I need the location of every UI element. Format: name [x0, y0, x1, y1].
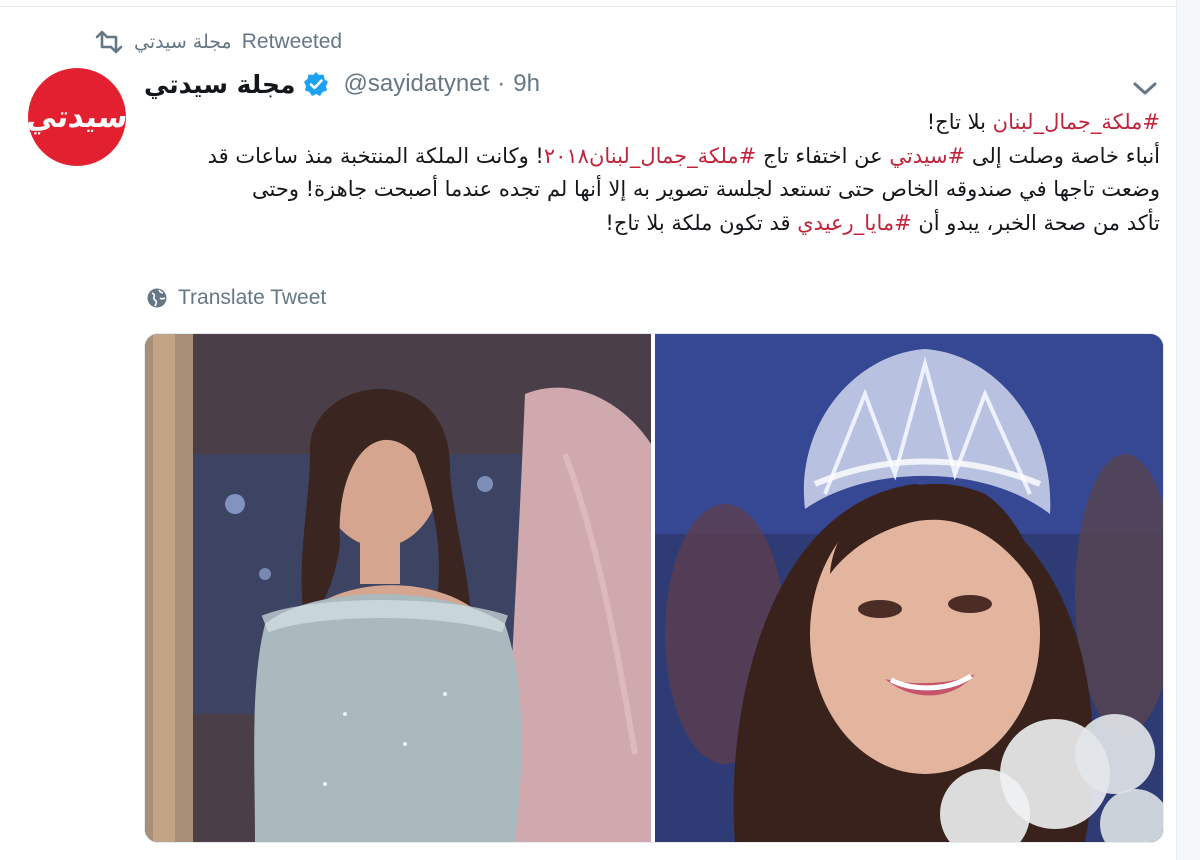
avatar[interactable]: سيدتي — [28, 68, 126, 166]
tweet-photo-right[interactable] — [655, 334, 1163, 842]
tweet-line-1: #ملكة_جمال_لبنان بلا تاج! — [140, 106, 1160, 140]
timeline-divider — [0, 0, 1176, 7]
author-display-name[interactable]: مجلة سيدتي — [144, 70, 295, 99]
hashtag-link[interactable]: #ملكة_جمال_لبنان٢٠١٨ — [544, 144, 756, 168]
tweet-header: مجلة سيدتي @sayidatynet · 9h — [144, 66, 540, 102]
tweet-text-segment: بلا تاج! — [926, 110, 993, 134]
tweet-text-segment: ! وكانت الملكة المنتخبة منذ ساعات قد — [207, 143, 544, 168]
tweet-timestamp[interactable]: 9h — [513, 70, 540, 98]
runway-photo — [145, 334, 651, 842]
crowned-queen-photo — [655, 334, 1163, 842]
translate-label: Translate Tweet — [178, 286, 327, 309]
tweet-card[interactable]: مجلة سيدتي Retweeted سيدتي مجلة سيدتي @s… — [0, 0, 1177, 860]
tweet-media[interactable] — [144, 333, 1164, 843]
tweet-text-segment: عن اختفاء تاج — [756, 143, 890, 168]
tweet-text-segment: تأكد من صحة الخبر، يبدو أن — [911, 210, 1160, 235]
retweeted-label: Retweeted — [241, 30, 343, 53]
retweeter-name[interactable]: مجلة سيدتي — [134, 31, 232, 53]
globe-icon — [147, 288, 167, 308]
verified-badge-icon — [304, 72, 329, 96]
tweet-text-segment: أنباء خاصة وصلت إلى — [965, 143, 1160, 168]
tweet-text-segment: قد تكون ملكة بلا تاج! — [605, 210, 798, 235]
hashtag-link[interactable]: #ملكة_جمال_لبنان — [993, 110, 1160, 134]
chevron-down-icon[interactable] — [1128, 76, 1162, 100]
hashtag-link[interactable]: #سيدتي — [889, 144, 965, 168]
avatar-logo: سيدتي — [28, 99, 126, 135]
tweet-photo-left[interactable] — [145, 334, 651, 842]
retweet-icon — [95, 30, 123, 54]
translate-tweet-button[interactable]: Translate Tweet — [146, 284, 326, 312]
tweet-line-4: تأكد من صحة الخبر، يبدو أن #مايا_رعيدي ق… — [140, 207, 1160, 241]
tweet-text: #ملكة_جمال_لبنان بلا تاج! أنباء خاصة وصل… — [140, 106, 1160, 240]
tweet-line-2: أنباء خاصة وصلت إلى #سيدتي عن اختفاء تاج… — [140, 140, 1160, 174]
author-handle[interactable]: @sayidatynet — [343, 70, 489, 98]
separator-dot: · — [497, 70, 506, 97]
tweet-line-3: وضعت تاجها في صندوقه الخاص حتى تستعد لجل… — [252, 177, 1160, 201]
retweet-context[interactable]: مجلة سيدتي Retweeted — [94, 28, 342, 56]
hashtag-link[interactable]: #مايا_رعيدي — [797, 211, 911, 235]
